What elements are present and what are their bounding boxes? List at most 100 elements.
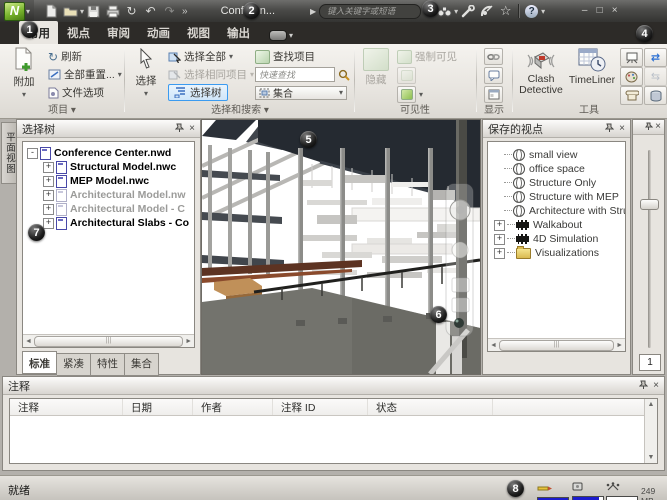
timeliner-button[interactable]: TimeLiner xyxy=(568,47,616,86)
scroll-left-icon[interactable]: ◄ xyxy=(25,338,32,345)
viewpoint-item[interactable]: office space xyxy=(494,162,625,176)
tab-properties[interactable]: 特性 xyxy=(91,353,125,376)
close-icon[interactable]: × xyxy=(189,124,195,134)
pin-icon[interactable] xyxy=(645,122,653,133)
slider-track[interactable] xyxy=(648,150,651,348)
expand-toggle[interactable]: + xyxy=(43,176,54,187)
pin-icon[interactable] xyxy=(605,123,614,135)
pin-icon[interactable] xyxy=(175,123,184,135)
viewpoint-item[interactable]: Structure with MEP xyxy=(494,190,625,204)
viewpoint-item[interactable]: Architecture with Structur xyxy=(494,204,625,218)
reset-all-button[interactable]: 全部重置... ▾ xyxy=(48,67,122,82)
compare-button[interactable]: ⇄ xyxy=(644,48,667,67)
tree-item[interactable]: + Architectural Model.nw xyxy=(27,188,194,202)
tree-item[interactable]: + Architectural Model - C xyxy=(27,202,194,216)
tree-item[interactable]: + Architectural Slabs - Co xyxy=(27,216,194,230)
help-button[interactable]: ? xyxy=(522,2,541,20)
file-options-button[interactable]: 文件选项 xyxy=(48,85,104,100)
expand-toggle[interactable]: + xyxy=(494,248,505,259)
animation-item[interactable]: +4D Simulation xyxy=(494,232,625,246)
expand-toggle[interactable]: + xyxy=(494,220,505,231)
scroll-left-icon[interactable]: ◄ xyxy=(490,342,497,349)
maximize-button[interactable]: □ xyxy=(592,3,607,19)
close-button[interactable]: × xyxy=(607,3,622,19)
plan-view-vertical-tab[interactable]: 平面视图 xyxy=(1,122,17,184)
tab-review[interactable]: 审阅 xyxy=(99,21,138,44)
scroll-down-icon[interactable]: ▼ xyxy=(648,454,655,461)
title-expand-icon[interactable]: ▶ xyxy=(310,7,316,16)
ribbon-display-toggle-button[interactable]: ▾ xyxy=(269,30,293,41)
viewpoint-item[interactable]: Structure Only xyxy=(494,176,625,190)
subscription-wrench-button[interactable] xyxy=(458,2,477,20)
column-author[interactable]: 作者 xyxy=(193,399,273,415)
help-dropdown-icon[interactable]: ▾ xyxy=(541,7,545,16)
tab-standard[interactable]: 标准 xyxy=(22,351,57,374)
select-button[interactable]: 选择 ▾ xyxy=(130,48,162,98)
unhide-all-button[interactable]: ▾ xyxy=(397,87,423,102)
group-label-visibility[interactable]: 可见性 xyxy=(356,101,474,116)
scroll-right-icon[interactable]: ► xyxy=(185,338,192,345)
selection-tree-button[interactable]: 选择树 xyxy=(168,85,228,100)
group-label-project[interactable]: 项目 ▾ xyxy=(2,101,122,116)
column-date[interactable]: 日期 xyxy=(123,399,193,415)
application-menu-button[interactable]: N ▾ xyxy=(0,0,34,22)
tab-view[interactable]: 视图 xyxy=(179,21,218,44)
horizontal-scrollbar[interactable]: ◄ ||| ► xyxy=(23,334,194,347)
expand-toggle[interactable]: + xyxy=(43,162,54,173)
undo-button[interactable]: ↶ xyxy=(141,2,160,20)
presenter-button[interactable] xyxy=(620,48,643,67)
close-icon[interactable]: × xyxy=(653,381,659,391)
quick-find-input[interactable] xyxy=(255,67,335,82)
group-label-select-search[interactable]: 选择和搜索 ▾ xyxy=(128,101,352,116)
favorites-button[interactable]: ☆ xyxy=(496,2,515,20)
clash-detective-button[interactable]: Clash Detective xyxy=(518,47,564,95)
vertical-scrollbar[interactable]: ▲ ▼ xyxy=(644,399,657,463)
tree-item[interactable]: + Structural Model.nwc xyxy=(27,160,194,174)
sets-dropdown[interactable]: 集合 ▾ xyxy=(255,85,347,100)
folder-item[interactable]: +Visualizations xyxy=(494,246,625,260)
tab-compact[interactable]: 紧凑 xyxy=(57,353,91,376)
collapse-toggle[interactable]: - xyxy=(27,148,38,159)
column-comment[interactable]: 注释 xyxy=(10,399,123,415)
animation-item[interactable]: +Walkabout xyxy=(494,218,625,232)
open-file-button[interactable] xyxy=(61,2,80,20)
horizontal-scrollbar[interactable]: ◄ ||| ► xyxy=(488,338,625,351)
tab-output[interactable]: 输出 xyxy=(219,21,258,44)
scroll-up-icon[interactable]: ▲ xyxy=(648,401,655,408)
comments-table-body-empty[interactable] xyxy=(10,416,657,464)
column-comment-id[interactable]: 注释 ID xyxy=(273,399,368,415)
tree-item[interactable]: + MEP Model.nwc xyxy=(27,174,194,188)
scrollbar-thumb[interactable]: ||| xyxy=(499,340,614,351)
tree-item-root[interactable]: - Conference Center.nwd xyxy=(27,146,194,160)
viewpoint-item[interactable]: small view xyxy=(494,148,625,162)
find-items-button[interactable]: 查找项目 xyxy=(255,49,315,64)
expand-toggle[interactable]: + xyxy=(43,218,54,229)
quick-properties-button[interactable] xyxy=(484,67,503,84)
expand-toggle[interactable]: + xyxy=(43,204,54,215)
close-icon[interactable]: × xyxy=(655,122,661,132)
close-icon[interactable]: × xyxy=(619,124,625,134)
communication-center-button[interactable] xyxy=(477,2,496,20)
new-file-button[interactable] xyxy=(42,2,61,20)
scroll-right-icon[interactable]: ► xyxy=(616,342,623,349)
print-button[interactable] xyxy=(103,2,122,20)
refresh-button[interactable]: ↻ xyxy=(122,2,141,20)
links-button[interactable] xyxy=(484,48,503,65)
infocenter-search-input[interactable] xyxy=(319,4,421,19)
select-all-button[interactable]: 选择全部 ▾ xyxy=(168,49,233,64)
tab-animation[interactable]: 动画 xyxy=(139,21,178,44)
save-button[interactable] xyxy=(84,2,103,20)
slider-value-field[interactable]: 1 xyxy=(639,354,661,371)
tab-viewpoint[interactable]: 视点 xyxy=(59,21,98,44)
column-status[interactable]: 状态 xyxy=(368,399,493,415)
quick-find-search-icon[interactable] xyxy=(338,69,351,81)
append-button[interactable]: 附加 ▾ xyxy=(6,47,42,99)
scrollbar-thumb[interactable]: ||| xyxy=(34,336,183,347)
expand-toggle[interactable]: + xyxy=(43,190,54,201)
redo-button[interactable]: ↷ xyxy=(160,2,179,20)
refresh-model-button[interactable]: ↻ 刷新 xyxy=(48,49,82,64)
animator-button[interactable] xyxy=(620,67,643,86)
tab-sets[interactable]: 集合 xyxy=(125,353,159,376)
pin-icon[interactable] xyxy=(639,380,648,392)
expand-toggle[interactable]: + xyxy=(494,234,505,245)
